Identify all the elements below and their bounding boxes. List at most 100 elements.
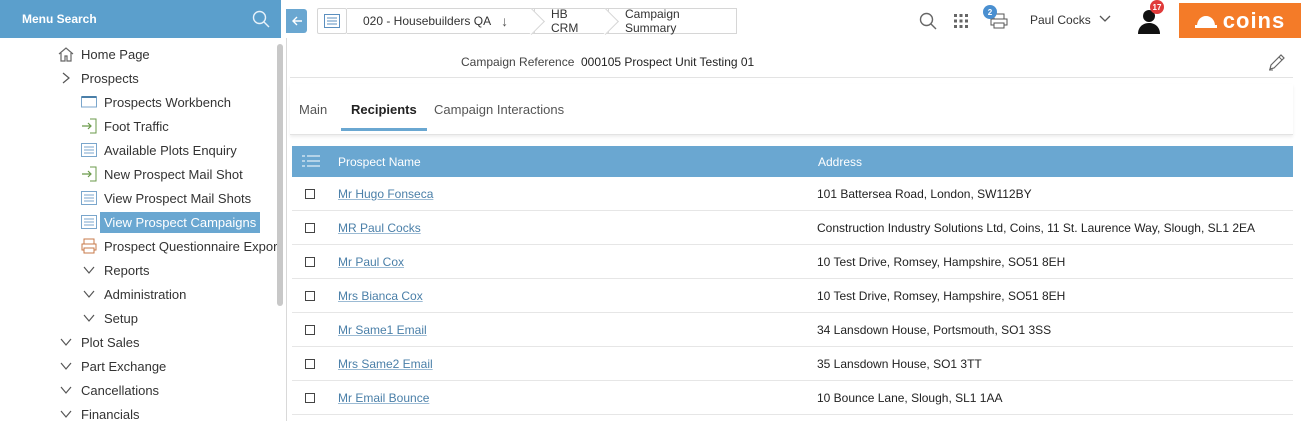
sidebar-item-home-page[interactable]: Home Page bbox=[0, 42, 281, 66]
sidebar-item-label: New Prospect Mail Shot bbox=[104, 166, 243, 182]
print-queue-button[interactable]: 2 bbox=[983, 5, 1010, 32]
prospect-name-link[interactable]: Mrs Same2 Email bbox=[338, 357, 433, 371]
chevron-down-icon bbox=[57, 357, 75, 375]
sidebar-item-label: View Prospect Campaigns bbox=[100, 211, 261, 233]
list-icon bbox=[80, 141, 98, 159]
sidebar-item-view-prospect-mail-shots[interactable]: View Prospect Mail Shots bbox=[0, 186, 281, 210]
prospect-name-link[interactable]: Mrs Bianca Cox bbox=[338, 289, 423, 303]
enter-icon bbox=[80, 165, 98, 183]
sidebar-scrollbar[interactable] bbox=[277, 44, 283, 306]
sidebar-item-label: Administration bbox=[104, 286, 187, 302]
tab-main[interactable]: Main bbox=[299, 102, 327, 117]
chevron-down-icon bbox=[80, 309, 98, 327]
sidebar-item-label: Plot Sales bbox=[81, 334, 140, 350]
column-menu-icon[interactable] bbox=[302, 154, 320, 168]
workbench-icon bbox=[80, 93, 98, 111]
user-name[interactable]: Paul Cocks bbox=[1030, 13, 1091, 27]
table-row[interactable]: MR Paul Cocks Construction Industry Solut… bbox=[292, 211, 1293, 245]
chevron-down-icon bbox=[80, 261, 98, 279]
table-row[interactable]: Mrs Bianca Cox 10 Test Drive, Romsey, Ham… bbox=[292, 279, 1293, 313]
sidebar-item-label: Reports bbox=[104, 262, 150, 278]
sidebar-item-available-plots-enquiry[interactable]: Available Plots Enquiry bbox=[0, 138, 281, 162]
breadcrumb-module[interactable]: HB CRM bbox=[535, 7, 609, 35]
prospect-name-link[interactable]: Mr Same1 Email bbox=[338, 323, 427, 337]
breadcrumb-page-label: Campaign Summary bbox=[625, 7, 680, 35]
breadcrumb-module-label: HB CRM bbox=[551, 7, 579, 35]
prospect-address: 101 Battersea Road, London, SW112BY bbox=[817, 187, 1032, 201]
campaign-reference-row: Campaign Reference 000105 Prospect Unit … bbox=[290, 44, 1293, 78]
sidebar-item-prospects-workbench[interactable]: Prospects Workbench bbox=[0, 90, 281, 114]
row-checkbox[interactable] bbox=[305, 257, 315, 267]
edit-icon[interactable] bbox=[1267, 52, 1287, 72]
collapse-menu-button[interactable] bbox=[286, 9, 307, 33]
prospect-address: 10 Test Drive, Romsey, Hampshire, SO51 8… bbox=[817, 289, 1066, 303]
list-icon bbox=[80, 213, 98, 231]
search-icon[interactable] bbox=[917, 10, 939, 32]
tab-bar: Main Recipients Campaign Interactions bbox=[290, 84, 1293, 135]
sidebar-item-label: View Prospect Mail Shots bbox=[104, 190, 252, 206]
table-body: Mr Hugo Fonseca 101 Battersea Road, Londo… bbox=[292, 177, 1293, 415]
tab-recipients[interactable]: Recipients bbox=[341, 102, 427, 131]
chevron-right-icon bbox=[57, 69, 75, 87]
chevron-down-icon[interactable] bbox=[1099, 11, 1111, 26]
chevron-down-icon bbox=[57, 405, 75, 423]
table-row[interactable]: Mr Hugo Fonseca 101 Battersea Road, Londo… bbox=[292, 177, 1293, 211]
sidebar-item-plot-sales[interactable]: Plot Sales bbox=[0, 330, 281, 354]
prospect-name-link[interactable]: Mr Hugo Fonseca bbox=[338, 187, 433, 201]
sidebar-item-setup[interactable]: Setup bbox=[0, 306, 281, 330]
chevron-down-icon bbox=[57, 333, 75, 351]
sidebar-item-label: Prospect Questionnaire Expor bbox=[104, 238, 278, 254]
sidebar-item-prospect-questionnaire-expor[interactable]: Prospect Questionnaire Expor bbox=[0, 234, 281, 258]
notifications-button[interactable]: 17 bbox=[1134, 0, 1164, 36]
home-icon bbox=[57, 45, 75, 63]
prospect-name-link[interactable]: MR Paul Cocks bbox=[338, 221, 421, 235]
column-header-prospect-name[interactable]: Prospect Name bbox=[338, 155, 421, 169]
breadcrumb-page[interactable]: Campaign Summary bbox=[609, 7, 737, 35]
column-header-address[interactable]: Address bbox=[818, 155, 862, 169]
menu-search-bar[interactable]: Menu Search bbox=[0, 0, 281, 38]
hard-hat-icon bbox=[1194, 15, 1217, 28]
sidebar-item-financials[interactable]: Financials bbox=[0, 402, 281, 426]
search-icon[interactable] bbox=[247, 6, 275, 32]
sidebar-item-cancellations[interactable]: Cancellations bbox=[0, 378, 281, 402]
chevron-down-icon bbox=[57, 381, 75, 399]
table-row[interactable]: Mr Email Bounce 10 Bounce Lane, Slough, S… bbox=[292, 381, 1293, 415]
notifications-badge: 17 bbox=[1150, 0, 1164, 14]
arrow-down-icon[interactable]: ↓ bbox=[501, 13, 508, 29]
sidebar-item-label: Prospects Workbench bbox=[104, 94, 231, 110]
list-icon bbox=[324, 14, 340, 28]
row-checkbox[interactable] bbox=[305, 223, 315, 233]
sidebar-item-reports[interactable]: Reports bbox=[0, 258, 281, 282]
row-checkbox[interactable] bbox=[305, 393, 315, 403]
prospect-name-link[interactable]: Mr Email Bounce bbox=[338, 391, 429, 405]
table-row[interactable]: Mr Same1 Email 34 Lansdown House, Portsmo… bbox=[292, 313, 1293, 347]
row-checkbox[interactable] bbox=[305, 189, 315, 199]
breadcrumb-company-label: 020 - Housebuilders QA bbox=[363, 14, 492, 28]
prospect-address: 10 Bounce Lane, Slough, SL1 1AA bbox=[817, 391, 1003, 405]
print-count-badge: 2 bbox=[983, 5, 997, 19]
breadcrumb-home-button[interactable] bbox=[317, 8, 347, 34]
apps-grid-icon[interactable] bbox=[950, 10, 972, 32]
sidebar-item-administration[interactable]: Administration bbox=[0, 282, 281, 306]
enter-icon bbox=[80, 117, 98, 135]
row-checkbox[interactable] bbox=[305, 291, 315, 301]
sidebar-item-label: Setup bbox=[104, 310, 138, 326]
arrow-left-icon bbox=[291, 16, 302, 26]
prospect-name-link[interactable]: Mr Paul Cox bbox=[338, 255, 404, 269]
sidebar-item-label: Financials bbox=[81, 406, 140, 422]
sidebar-item-foot-traffic[interactable]: Foot Traffic bbox=[0, 114, 281, 138]
sidebar-item-new-prospect-mail-shot[interactable]: New Prospect Mail Shot bbox=[0, 162, 281, 186]
table-row[interactable]: Mr Paul Cox 10 Test Drive, Romsey, Hampsh… bbox=[292, 245, 1293, 279]
row-checkbox[interactable] bbox=[305, 325, 315, 335]
sidebar-item-view-prospect-campaigns[interactable]: View Prospect Campaigns bbox=[0, 210, 281, 234]
tab-campaign-interactions[interactable]: Campaign Interactions bbox=[434, 102, 564, 117]
table-row[interactable]: Mrs Same2 Email 35 Lansdown House, SO1 3T… bbox=[292, 347, 1293, 381]
sidebar-item-prospects[interactable]: Prospects bbox=[0, 66, 281, 90]
breadcrumb-company[interactable]: 020 - Housebuilders QA ↓ bbox=[347, 8, 535, 34]
row-checkbox[interactable] bbox=[305, 359, 315, 369]
sidebar-item-label: Home Page bbox=[81, 46, 150, 62]
menu-search-label: Menu Search bbox=[22, 12, 97, 26]
campaign-reference-value: 000105 Prospect Unit Testing 01 bbox=[581, 55, 755, 69]
prospect-address: 35 Lansdown House, SO1 3TT bbox=[817, 357, 982, 371]
sidebar-item-part-exchange[interactable]: Part Exchange bbox=[0, 354, 281, 378]
